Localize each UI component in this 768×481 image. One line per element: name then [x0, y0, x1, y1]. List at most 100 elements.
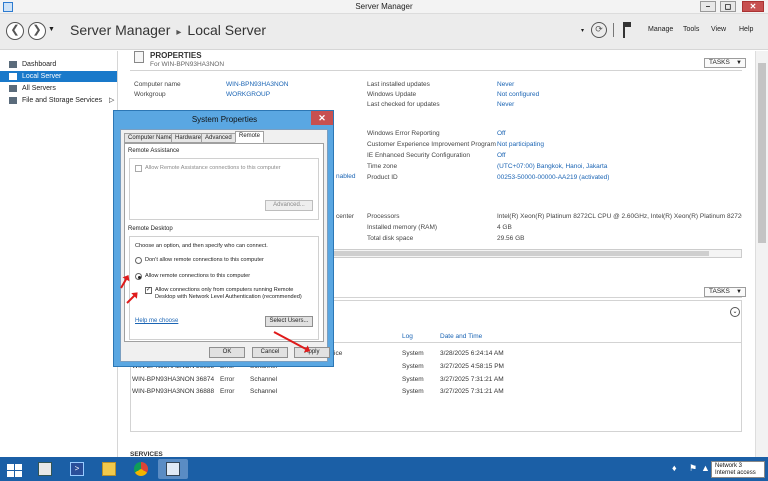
- sidebar-item-dashboard[interactable]: Dashboard: [0, 59, 117, 70]
- menu-tools[interactable]: Tools: [683, 26, 699, 33]
- servers-icon: [9, 85, 17, 92]
- network-icon[interactable]: ▲: [701, 463, 710, 473]
- column-header-date[interactable]: Date and Time: [440, 333, 482, 340]
- events-tasks-button[interactable]: TASKS ▼: [704, 287, 746, 297]
- apply-button[interactable]: Apply: [294, 347, 330, 358]
- select-users-button[interactable]: Select Users...: [265, 316, 313, 327]
- taskbar-file-explorer[interactable]: [94, 459, 124, 479]
- header-divider: [613, 23, 614, 37]
- error-reporting-value[interactable]: Off: [497, 130, 506, 137]
- sidebar-item-label: Dashboard: [22, 61, 57, 68]
- breadcrumb-page: Local Server: [187, 22, 267, 38]
- system-properties-dialog: System Properties ✕ Computer Name Hardwa…: [113, 110, 334, 367]
- time-zone-value[interactable]: (UTC+07:00) Bangkok, Hanoi, Jakarta: [497, 163, 607, 170]
- dont-allow-label[interactable]: Don't allow remote connections to this c…: [145, 257, 264, 263]
- taskbar-system-properties[interactable]: [158, 459, 188, 479]
- remote-desktop-group-label: Remote Desktop: [127, 226, 174, 232]
- menu-manage[interactable]: Manage: [648, 26, 673, 33]
- history-dropdown-icon[interactable]: ▼: [48, 26, 55, 33]
- breadcrumb-app[interactable]: Server Manager: [70, 22, 170, 38]
- refresh-icon[interactable]: ⟳: [591, 22, 607, 38]
- notifications-flag-icon[interactable]: [623, 22, 631, 38]
- windows-update-value[interactable]: Not configured: [497, 91, 539, 98]
- divider: [130, 70, 742, 71]
- close-window-button[interactable]: ✕: [742, 1, 764, 12]
- window-title: Server Manager: [355, 2, 413, 11]
- advanced-button[interactable]: Advanced...: [265, 200, 313, 211]
- sidebar-item-all-servers[interactable]: All Servers: [0, 83, 117, 94]
- breadcrumb-separator: ▸: [176, 27, 182, 38]
- column-header-log[interactable]: Log: [402, 333, 413, 340]
- expand-arrow-icon[interactable]: ▷: [109, 95, 114, 106]
- tab-advanced[interactable]: Advanced: [201, 133, 236, 143]
- ceip-value[interactable]: Not participating: [497, 141, 544, 148]
- computer-name-value[interactable]: WIN-BPN93HA3NON: [226, 81, 288, 88]
- server-manager-icon: [38, 462, 52, 476]
- product-id-value[interactable]: 00253-50000-00000-AA219 (activated): [497, 174, 609, 181]
- workgroup-value[interactable]: WORKGROUP: [226, 91, 270, 98]
- windows-update-label: Windows Update: [367, 91, 417, 98]
- dropdown-arrow-icon: ▼: [736, 289, 742, 295]
- event-log: System: [402, 363, 424, 370]
- workgroup-label: Workgroup: [134, 91, 166, 98]
- refresh-dropdown-icon[interactable]: ▾: [581, 27, 584, 34]
- network-name: Network 3: [715, 463, 743, 469]
- sidebar-item-label: File and Storage Services: [22, 97, 103, 104]
- minimize-button[interactable]: –: [700, 1, 716, 12]
- sidebar-item-file-storage[interactable]: File and Storage Services ▷: [0, 95, 117, 106]
- tray-icon[interactable]: ♦: [672, 463, 677, 473]
- back-arrow-icon[interactable]: ❮: [6, 22, 24, 40]
- last-installed-updates-value[interactable]: Never: [497, 81, 514, 88]
- maximize-button[interactable]: ◻: [720, 1, 736, 12]
- flag-tray-icon[interactable]: ⚑: [689, 463, 697, 474]
- ok-button[interactable]: OK: [209, 347, 245, 358]
- remote-desktop-value-partial[interactable]: nabled: [336, 173, 356, 180]
- header-bar: ❮ ❯ ▼ Server Manager ▸ Local Server ▾ ⟳ Ma…: [0, 14, 768, 50]
- start-button[interactable]: [0, 459, 30, 479]
- sidebar-item-label: All Servers: [22, 85, 56, 92]
- file-explorer-icon: [102, 462, 116, 476]
- allow-remote-label[interactable]: Allow remote connections to this compute…: [145, 273, 250, 279]
- tasks-label: TASKS: [709, 288, 730, 295]
- nla-checkbox[interactable]: ✓: [145, 287, 152, 294]
- forward-arrow-icon[interactable]: ❯: [28, 22, 46, 40]
- powershell-icon: >: [70, 462, 84, 476]
- scrollbar-thumb[interactable]: [758, 63, 766, 243]
- tab-remote[interactable]: Remote: [235, 131, 265, 143]
- event-server: WIN-BPN93HA3NON: [132, 388, 195, 395]
- dialog-close-button[interactable]: ✕: [311, 111, 333, 125]
- tab-hardware[interactable]: Hardware: [171, 133, 206, 143]
- dont-allow-radio[interactable]: [135, 257, 142, 264]
- menu-help[interactable]: Help: [739, 26, 753, 33]
- storage-icon: [9, 97, 17, 104]
- ie-esc-value[interactable]: Off: [497, 152, 506, 159]
- vertical-scrollbar[interactable]: [755, 51, 768, 457]
- event-log: System: [402, 388, 424, 395]
- disk-space-label: Total disk space: [367, 235, 414, 242]
- event-date: 3/28/2025 6:24:14 AM: [440, 350, 504, 357]
- sidebar-item-local-server[interactable]: Local Server: [0, 71, 117, 82]
- taskbar-chrome[interactable]: [126, 459, 156, 479]
- event-server: WIN-BPN93HA3NON: [132, 376, 195, 383]
- disk-space-value: 29.56 GB: [497, 235, 525, 242]
- nla-label-line2[interactable]: Desktop with Network Level Authenticatio…: [155, 294, 302, 300]
- help-me-choose-link[interactable]: Help me choose: [135, 318, 178, 324]
- dashboard-icon: [9, 61, 17, 68]
- cancel-button[interactable]: Cancel: [252, 347, 288, 358]
- allow-remote-radio[interactable]: [135, 273, 142, 280]
- remote-assistance-group-label: Remote Assistance: [127, 148, 181, 154]
- allow-remote-assistance-checkbox[interactable]: [135, 165, 142, 172]
- taskbar-server-manager[interactable]: [30, 459, 60, 479]
- expand-chevron-icon[interactable]: ⌄: [730, 307, 740, 317]
- partial-center-label: center: [336, 213, 355, 220]
- tab-computer-name[interactable]: Computer Name: [124, 133, 177, 143]
- last-checked-value[interactable]: Never: [497, 101, 514, 108]
- properties-tasks-button[interactable]: TASKS ▼: [704, 58, 746, 68]
- event-source: Schannel: [250, 376, 278, 383]
- error-reporting-label: Windows Error Reporting: [367, 130, 440, 137]
- taskbar-powershell[interactable]: >: [62, 459, 92, 479]
- menu-view[interactable]: View: [711, 26, 726, 33]
- window-title-bar: Server Manager – ◻ ✕: [0, 0, 768, 14]
- event-log: System: [402, 376, 424, 383]
- nla-label-line1[interactable]: Allow connections only from computers ru…: [155, 287, 293, 293]
